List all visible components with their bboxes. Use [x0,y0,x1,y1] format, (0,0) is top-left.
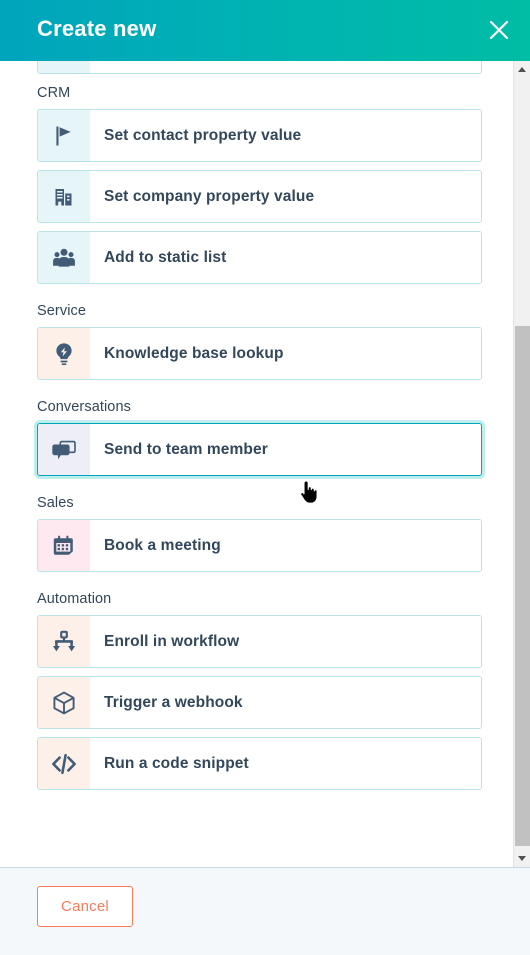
section-label-sales: Sales [37,495,74,511]
section-label-crm: CRM [37,85,71,101]
action-card-label: Set contact property value [90,110,481,161]
section-label-automation: Automation [37,591,112,607]
action-card-add-to-static-list[interactable]: Add to static list [37,231,482,284]
company-icon [38,171,90,222]
action-card-label: Trigger a webhook [90,677,481,728]
partial-icon [38,61,90,73]
scroll-down-arrow-icon[interactable] [514,850,530,867]
action-card-run-a-code-snippet[interactable]: Run a code snippet [37,737,482,790]
action-list: CRM Set contact property value Set company… [0,61,517,808]
vertical-scrollbar[interactable] [513,61,530,867]
cancel-button[interactable]: Cancel [37,886,133,927]
action-card-label: Enroll in workflow [90,616,481,667]
scrollbar-thumb[interactable] [515,326,530,846]
chat-bubbles-icon [38,424,90,475]
action-card-set-company-property-value[interactable]: Set company property value [37,170,482,223]
action-card-label: Set company property value [90,171,481,222]
calendar-icon [38,520,90,571]
action-card-partial[interactable] [37,61,482,74]
section-label-service: Service [37,303,87,319]
action-card-knowledge-base-lookup[interactable]: Knowledge base lookup [37,327,482,380]
cube-icon [38,677,90,728]
modal-footer: Cancel [0,867,530,955]
action-card-label: Knowledge base lookup [90,328,481,379]
close-icon [489,20,509,40]
action-card-label: Add to static list [90,232,481,283]
close-button[interactable] [480,11,518,49]
action-card-set-contact-property-value[interactable]: Set contact property value [37,109,482,162]
modal-header: Create new [0,0,530,61]
action-card-label: Book a meeting [90,520,481,571]
action-card-label [90,61,481,73]
action-card-trigger-a-webhook[interactable]: Trigger a webhook [37,676,482,729]
create-new-modal: CRM Set contact property value Set company… [0,0,530,955]
code-icon [38,738,90,789]
modal-scroll-area[interactable]: CRM Set contact property value Set company… [0,61,517,867]
action-card-book-a-meeting[interactable]: Book a meeting [37,519,482,572]
action-card-label: Send to team member [90,424,481,475]
contacts-group-icon [38,232,90,283]
flag-icon [38,110,90,161]
action-card-send-to-team-member[interactable]: Send to team member [37,423,482,476]
workflow-icon [38,616,90,667]
action-card-label: Run a code snippet [90,738,481,789]
section-label-conversations: Conversations [37,399,131,415]
page-title: Create new [37,16,157,41]
lightbulb-icon [38,328,90,379]
scroll-up-arrow-icon[interactable] [514,61,530,78]
action-card-enroll-in-workflow[interactable]: Enroll in workflow [37,615,482,668]
